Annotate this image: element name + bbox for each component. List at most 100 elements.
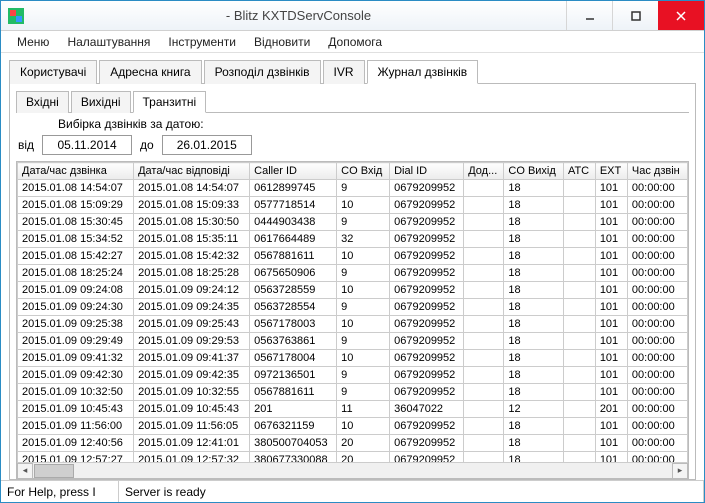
menu-меню[interactable]: Меню (11, 33, 55, 51)
table-cell: 9 (337, 384, 390, 401)
table-cell (464, 214, 504, 231)
table-cell: 18 (504, 384, 564, 401)
table-cell: 101 (595, 180, 627, 197)
subtab-1[interactable]: Вихідні (71, 91, 131, 113)
table-cell: 2015.01.09 10:32:55 (134, 384, 250, 401)
table-cell: 9 (337, 265, 390, 282)
table-row[interactable]: 2015.01.09 09:29:492015.01.09 09:29:5305… (18, 333, 688, 350)
table-row[interactable]: 2015.01.08 15:42:272015.01.08 15:42:3205… (18, 248, 688, 265)
table-row[interactable]: 2015.01.08 15:30:452015.01.08 15:30:5004… (18, 214, 688, 231)
table-cell (464, 180, 504, 197)
grid-scroll-area[interactable]: Дата/час дзвінкаДата/час відповідіCaller… (17, 162, 688, 462)
to-date-input[interactable] (162, 135, 252, 155)
table-cell: 2015.01.08 15:35:11 (134, 231, 250, 248)
table-cell: 18 (504, 248, 564, 265)
table-cell: 00:00:00 (627, 214, 687, 231)
column-header[interactable]: Дата/час дзвінка (18, 163, 134, 180)
tab-3[interactable]: IVR (323, 60, 365, 84)
table-cell: 101 (595, 418, 627, 435)
subtab-0[interactable]: Вхідні (16, 91, 69, 113)
column-header[interactable]: Дата/час відповіді (134, 163, 250, 180)
table-row[interactable]: 2015.01.09 10:45:432015.01.09 10:45:4320… (18, 401, 688, 418)
table-cell: 2015.01.08 15:42:32 (134, 248, 250, 265)
table-row[interactable]: 2015.01.09 09:42:302015.01.09 09:42:3509… (18, 367, 688, 384)
table-cell: 2015.01.09 09:41:32 (18, 350, 134, 367)
scroll-left-button[interactable]: ◂ (17, 463, 33, 479)
column-header[interactable]: Дод... (464, 163, 504, 180)
table-cell: 2015.01.09 09:24:12 (134, 282, 250, 299)
table-cell: 2015.01.09 09:25:43 (134, 316, 250, 333)
from-date-input[interactable] (42, 135, 132, 155)
table-cell: 18 (504, 452, 564, 463)
table-cell: 380677330088 (250, 452, 337, 463)
table-cell: 101 (595, 214, 627, 231)
table-cell: 00:00:00 (627, 418, 687, 435)
table-row[interactable]: 2015.01.09 09:24:082015.01.09 09:24:1205… (18, 282, 688, 299)
table-row[interactable]: 2015.01.09 10:32:502015.01.09 10:32:5505… (18, 384, 688, 401)
menu-допомога[interactable]: Допомога (322, 33, 388, 51)
table-row[interactable]: 2015.01.08 15:34:522015.01.08 15:35:1106… (18, 231, 688, 248)
tab-0[interactable]: Користувачі (9, 60, 97, 84)
column-header[interactable]: Caller ID (250, 163, 337, 180)
tab-2[interactable]: Розподіл дзвінків (204, 60, 321, 84)
table-row[interactable]: 2015.01.09 09:24:302015.01.09 09:24:3505… (18, 299, 688, 316)
table-row[interactable]: 2015.01.08 18:25:242015.01.08 18:25:2806… (18, 265, 688, 282)
table-cell: 00:00:00 (627, 452, 687, 463)
subtab-2[interactable]: Транзитні (133, 91, 207, 113)
scroll-right-button[interactable]: ▸ (672, 463, 688, 479)
table-cell (563, 299, 595, 316)
table-cell: 00:00:00 (627, 435, 687, 452)
table-cell: 10 (337, 418, 390, 435)
main-tabs: КористувачіАдресна книгаРозподіл дзвінкі… (9, 59, 696, 84)
table-cell (563, 435, 595, 452)
table-row[interactable]: 2015.01.09 12:40:562015.01.09 12:41:0138… (18, 435, 688, 452)
table-cell: 0563728554 (250, 299, 337, 316)
column-header[interactable]: CO Вхід (337, 163, 390, 180)
table-cell: 18 (504, 435, 564, 452)
column-header[interactable]: Dial ID (390, 163, 464, 180)
menu-інструменти[interactable]: Інструменти (162, 33, 242, 51)
minimize-button[interactable] (566, 1, 612, 30)
table-row[interactable]: 2015.01.08 15:09:292015.01.08 15:09:3305… (18, 197, 688, 214)
table-cell: 0679209952 (390, 180, 464, 197)
table-row[interactable]: 2015.01.09 12:57:272015.01.09 12:57:3238… (18, 452, 688, 463)
table-cell (464, 248, 504, 265)
table-cell: 380500704053 (250, 435, 337, 452)
table-cell: 201 (595, 401, 627, 418)
column-header[interactable]: CO Вихід (504, 163, 564, 180)
table-row[interactable]: 2015.01.09 11:56:002015.01.09 11:56:0506… (18, 418, 688, 435)
status-help: For Help, press I (1, 481, 119, 502)
table-cell: 101 (595, 333, 627, 350)
window-title: - Blitz KXTDServConsole (31, 8, 566, 23)
titlebar: - Blitz KXTDServConsole (1, 1, 704, 31)
menu-відновити[interactable]: Відновити (248, 33, 316, 51)
table-row[interactable]: 2015.01.08 14:54:072015.01.08 14:54:0706… (18, 180, 688, 197)
table-cell: 2015.01.09 10:45:43 (134, 401, 250, 418)
table-row[interactable]: 2015.01.09 09:41:322015.01.09 09:41:3705… (18, 350, 688, 367)
table-cell: 0679209952 (390, 248, 464, 265)
tab-4[interactable]: Журнал дзвінків (367, 60, 479, 84)
table-cell: 101 (595, 316, 627, 333)
close-button[interactable] (658, 1, 704, 30)
table-cell: 0577718514 (250, 197, 337, 214)
table-cell: 2015.01.09 12:41:01 (134, 435, 250, 452)
date-filter-panel: Вибірка дзвінків за датою: від до (16, 113, 689, 161)
column-header[interactable]: EXT (595, 163, 627, 180)
table-cell: 18 (504, 231, 564, 248)
table-cell (563, 180, 595, 197)
menu-налаштування[interactable]: Налаштування (61, 33, 156, 51)
tab-1[interactable]: Адресна книга (99, 60, 201, 84)
from-date-label: від (18, 138, 34, 152)
table-cell: 0679209952 (390, 350, 464, 367)
scroll-thumb[interactable] (34, 464, 74, 478)
horizontal-scrollbar[interactable]: ◂ ▸ (17, 462, 688, 478)
table-cell: 101 (595, 248, 627, 265)
table-row[interactable]: 2015.01.09 09:25:382015.01.09 09:25:4305… (18, 316, 688, 333)
table-cell: 0563763861 (250, 333, 337, 350)
table-cell (563, 231, 595, 248)
maximize-button[interactable] (612, 1, 658, 30)
statusbar: For Help, press I Server is ready (1, 480, 704, 502)
column-header[interactable]: Час дзвін (627, 163, 687, 180)
table-cell (464, 401, 504, 418)
column-header[interactable]: ATC (563, 163, 595, 180)
